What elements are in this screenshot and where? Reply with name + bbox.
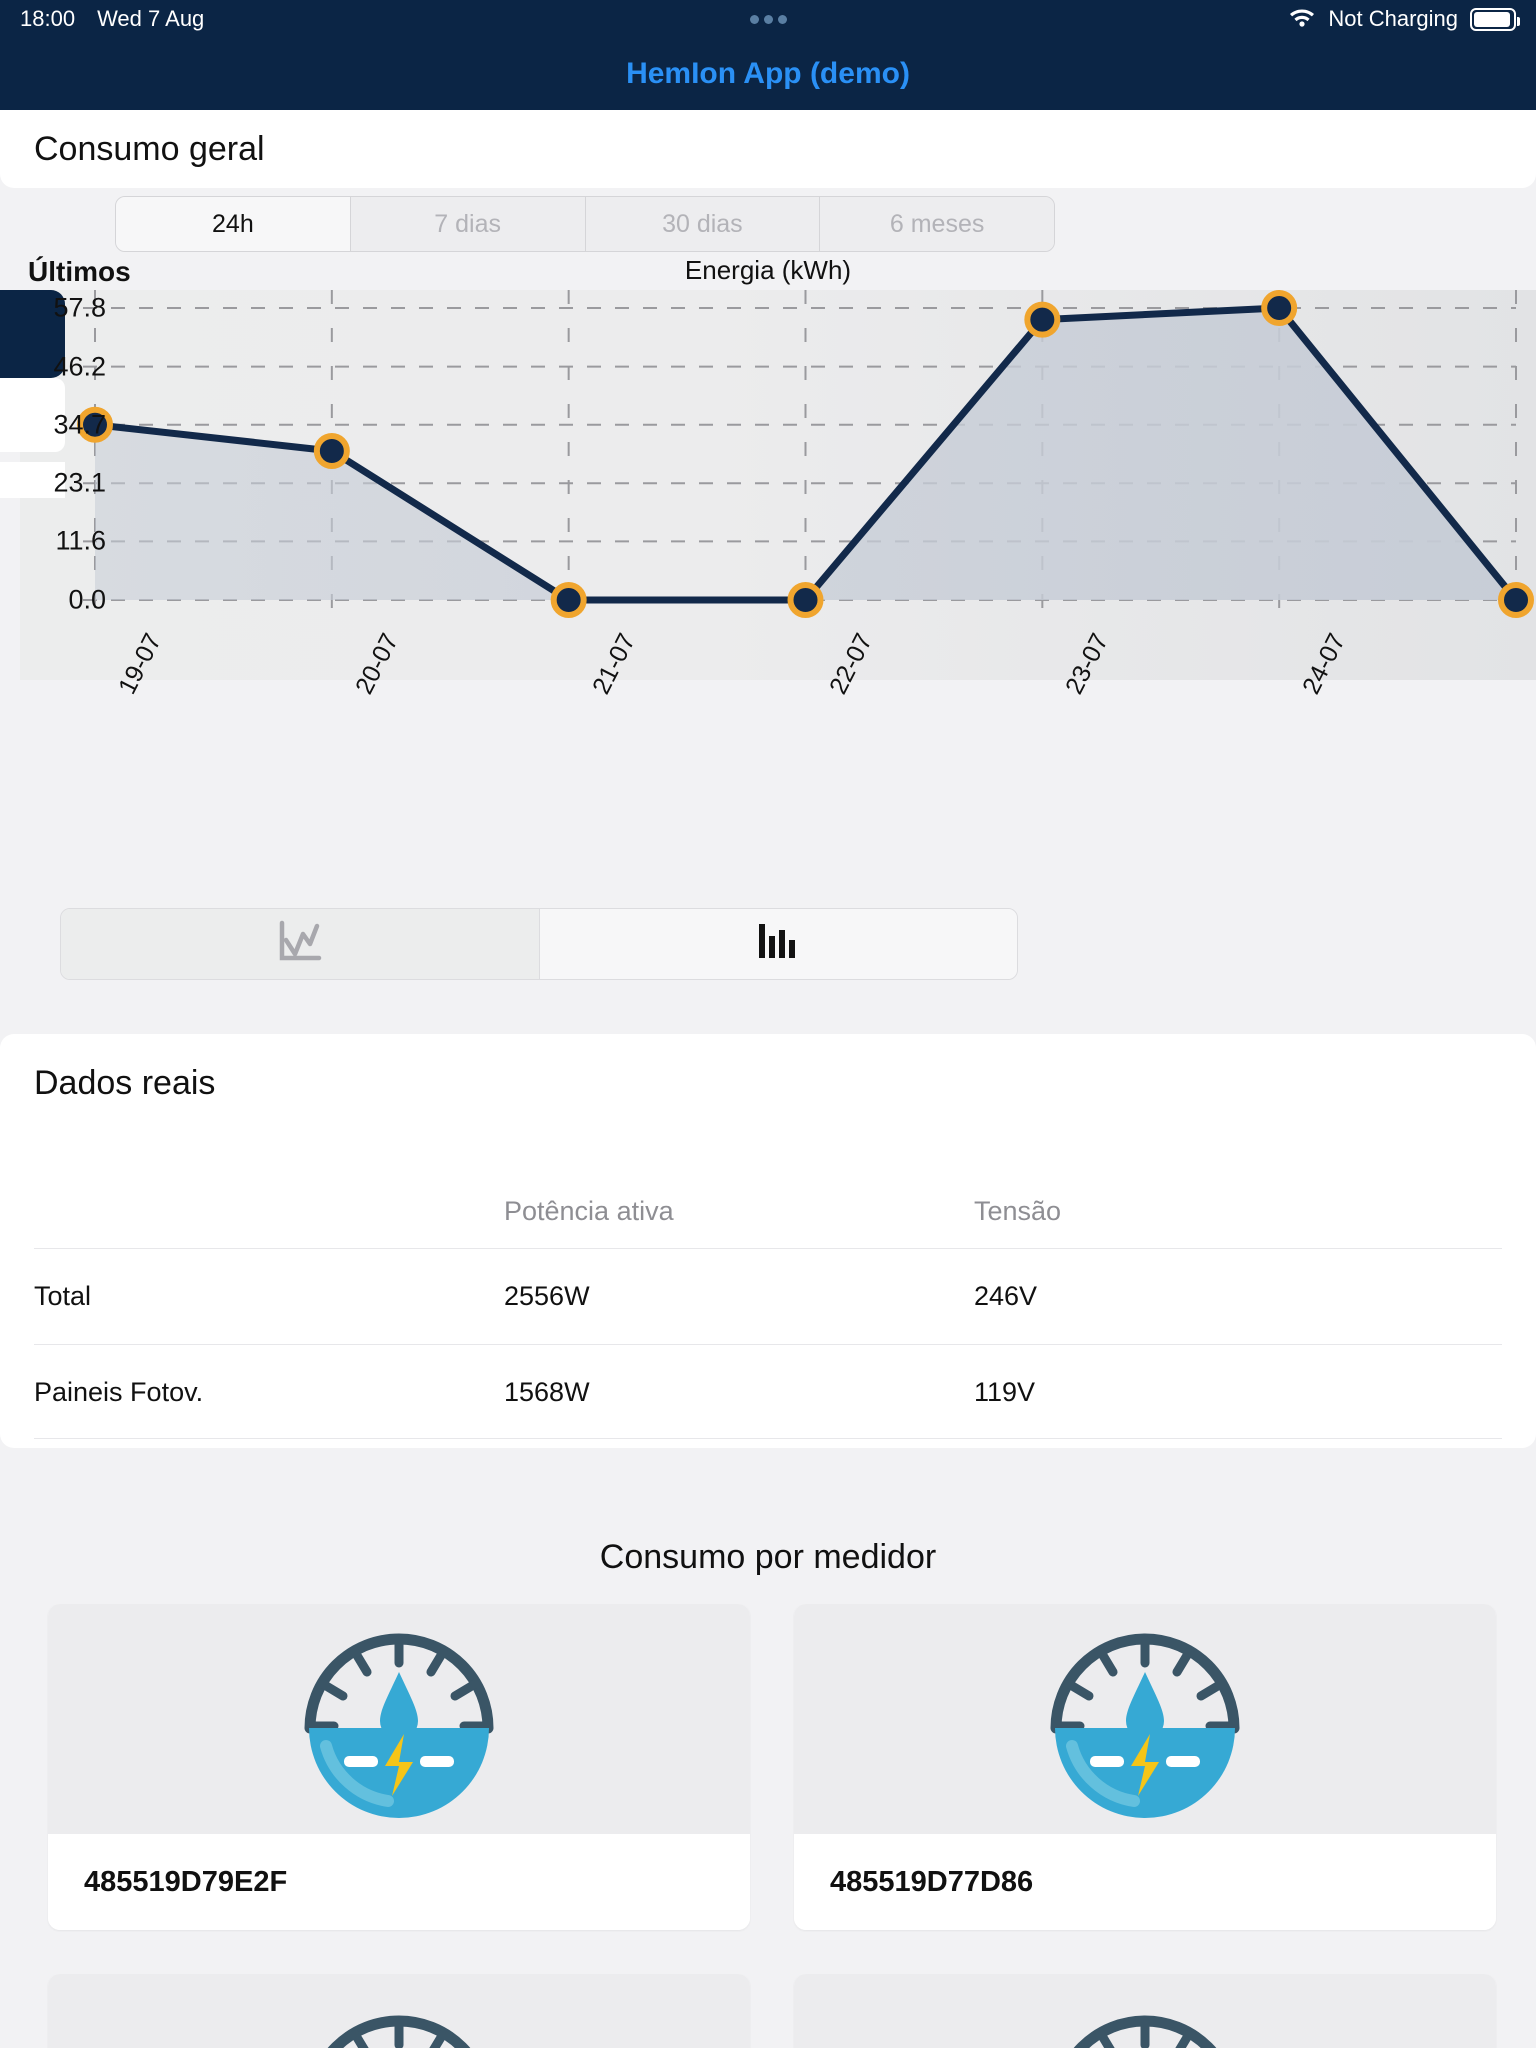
table-bottom-divider — [34, 1438, 1502, 1439]
row-name: Total — [34, 1281, 92, 1311]
y-tick-label: 23.1 — [53, 467, 106, 498]
y-tick-label: 34.7 — [53, 409, 106, 440]
chart-title: Energia (kWh) — [684, 255, 852, 285]
range-segmented-control[interactable]: 24h 7 dias 30 dias 6 meses — [115, 196, 1055, 252]
range-label: Últimos — [28, 256, 131, 287]
row-tensao: 119V — [974, 1377, 1036, 1407]
table-header-row: Potência ativa Tensão — [34, 1174, 1502, 1248]
energy-meter-icon — [1050, 1633, 1240, 1818]
row-name: Paineis Fotov. — [34, 1377, 204, 1407]
y-tick-label: 11.6 — [55, 525, 106, 556]
range-option-6-meses[interactable]: 6 meses — [820, 197, 1054, 251]
battery-status-label: Not Charging — [1328, 6, 1458, 31]
y-tick-label: 57.8 — [53, 292, 106, 323]
meter-id-label: 485519D77D86 — [794, 1834, 1496, 1930]
status-bar-left: 18:00 Wed 7 Aug — [20, 6, 204, 32]
meter-card[interactable] — [48, 1974, 750, 2048]
status-bar-right: Not Charging — [1288, 5, 1520, 33]
dados-reais-heading: Dados reais — [34, 1064, 216, 1102]
table-row: Paineis Fotov. 1568W 119V — [34, 1344, 1502, 1440]
row-potencia: 1568W — [504, 1377, 590, 1407]
dados-reais-card: Dados reais Potência ativa Tensão Total … — [0, 1034, 1536, 1448]
range-option-24h[interactable]: 24h — [116, 197, 351, 251]
consumo-por-medidor-section: Consumo por medidor 485519D79E2F 485519D… — [0, 1456, 1536, 2048]
meter-card[interactable]: 485519D77D86 — [794, 1604, 1496, 1930]
energy-chart[interactable]: 57.8 46.2 34.7 23.1 11.6 0.0 — [0, 290, 1536, 680]
chart-svg — [77, 290, 1534, 618]
y-tick-label: 0.0 — [68, 584, 106, 615]
energy-meter-icon — [304, 1633, 494, 1818]
meter-icon-container — [794, 1604, 1496, 1834]
column-header-potencia: Potência ativa — [504, 1195, 674, 1226]
column-header-tensao: Tensão — [974, 1195, 1062, 1226]
overview-card-header: Consumo geral — [0, 110, 1536, 188]
battery-icon — [1470, 7, 1520, 31]
chart-y-axis-labels: 57.8 46.2 34.7 23.1 11.6 0.0 — [0, 290, 112, 680]
y-tick-label: 46.2 — [53, 351, 106, 382]
row-potencia: 2556W — [504, 1281, 590, 1311]
meter-id-label: 485519D79E2F — [48, 1834, 750, 1930]
meter-icon-container — [48, 1974, 750, 2048]
meter-card[interactable] — [794, 1974, 1496, 2048]
wifi-icon — [1288, 5, 1316, 33]
app-title-bar: HemIon App (demo) — [0, 38, 1536, 110]
bar-chart-icon — [755, 920, 801, 969]
dados-reais-table: Potência ativa Tensão Total 2556W 246V P… — [34, 1174, 1502, 1440]
status-date: Wed 7 Aug — [97, 6, 205, 31]
app-root: 18:00 Wed 7 Aug Not Charging HemIon App … — [0, 0, 1536, 2048]
meter-icon-container — [48, 1604, 750, 1834]
table-row: Total 2556W 246V — [34, 1248, 1502, 1344]
chart-type-bar-button[interactable] — [538, 909, 1017, 979]
chart-x-axis-labels: 19-0720-0721-0722-0723-0724-0725-07 — [0, 629, 1536, 770]
three-dots-icon — [749, 14, 787, 24]
app-title: HemIon App (demo) — [626, 57, 910, 90]
chart-type-line-button[interactable] — [61, 909, 539, 979]
meter-card[interactable]: 485519D79E2F — [48, 1604, 750, 1930]
energy-meter-icon — [1073, 2015, 1217, 2048]
status-bar: 18:00 Wed 7 Aug Not Charging — [0, 0, 1536, 38]
row-tensao: 246V — [974, 1281, 1038, 1311]
chart-type-toggle[interactable] — [60, 908, 1018, 980]
status-time: 18:00 — [20, 6, 76, 31]
range-option-7-dias[interactable]: 7 dias — [350, 197, 586, 251]
section-heading: Consumo por medidor — [599, 1538, 937, 1576]
line-chart-icon — [277, 920, 323, 969]
meter-card-grid: 485519D79E2F 485519D77D86 — [48, 1604, 1496, 2048]
page-title: Consumo geral — [34, 129, 265, 168]
energy-meter-icon — [327, 2015, 471, 2048]
range-option-30-dias[interactable]: 30 dias — [585, 197, 821, 251]
meter-icon-container — [794, 1974, 1496, 2048]
